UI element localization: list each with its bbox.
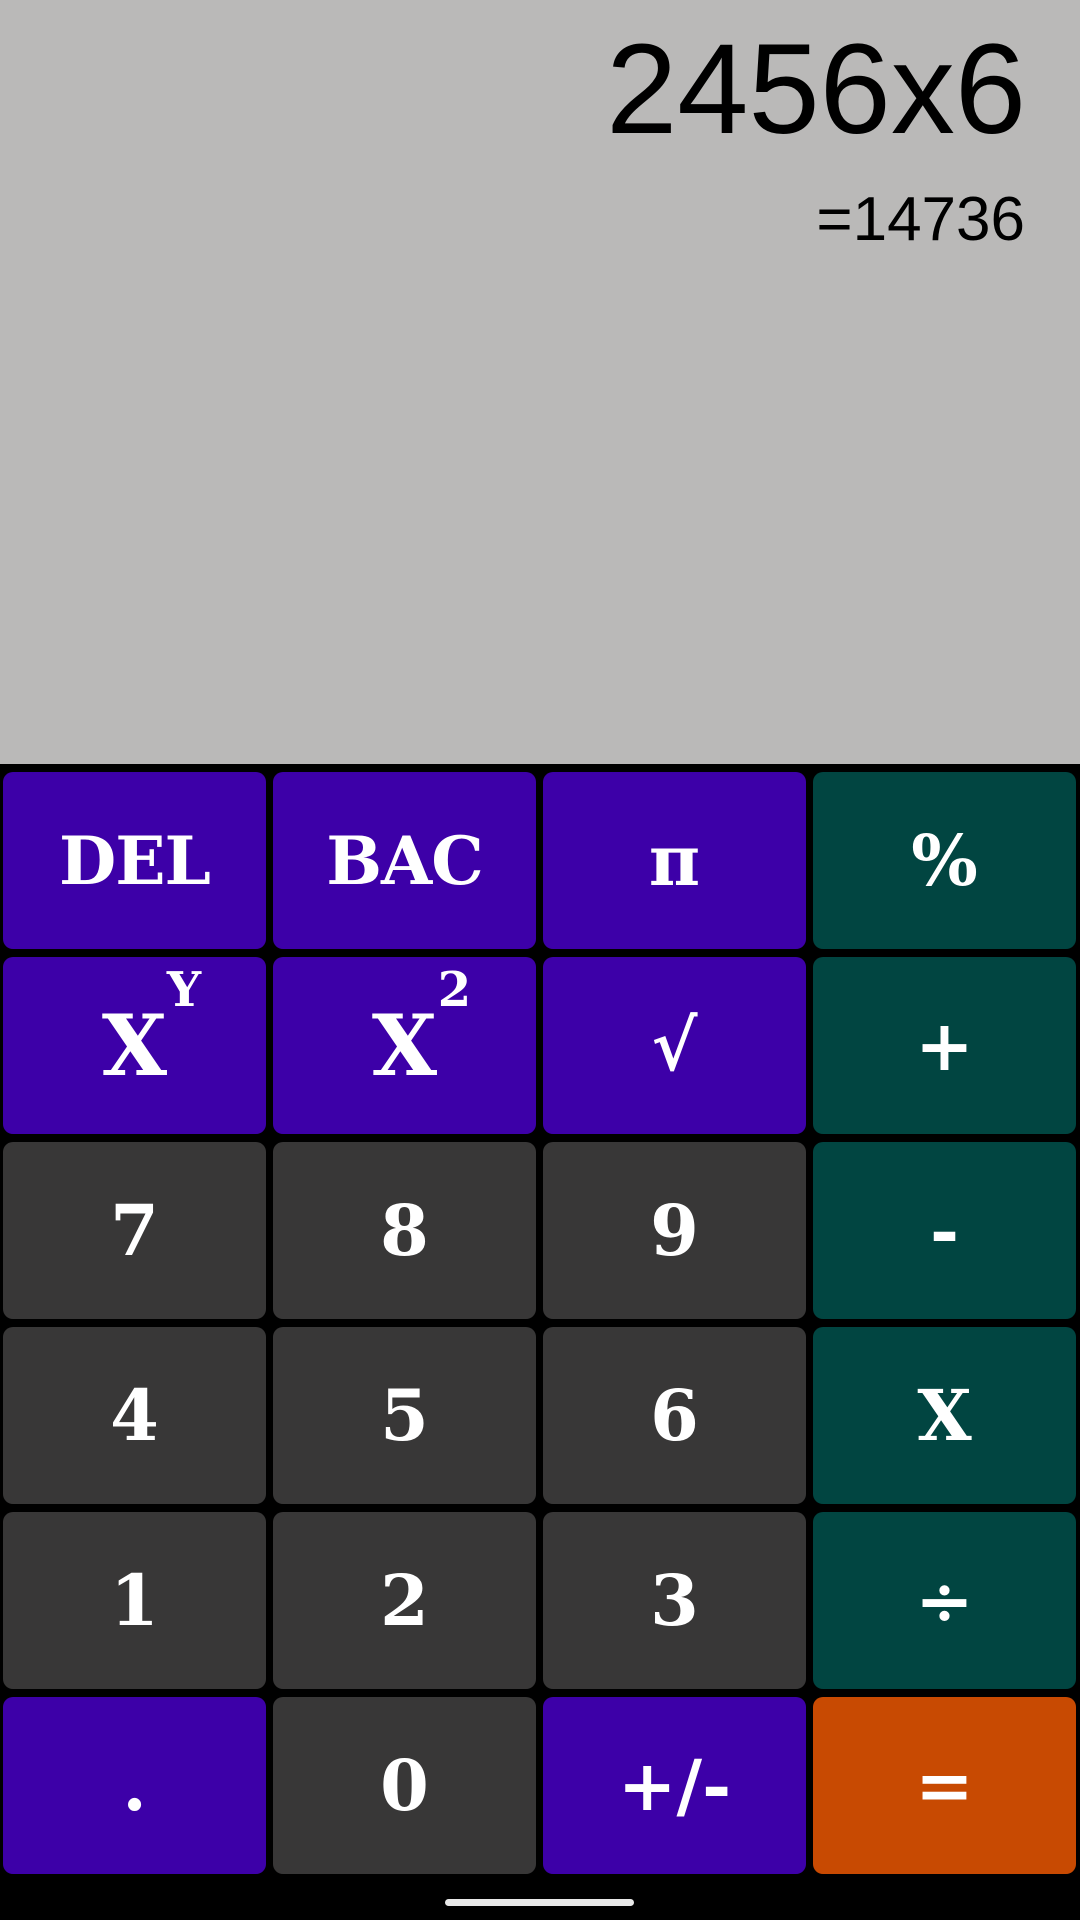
minus-button[interactable]: -: [813, 1142, 1076, 1319]
clear-all-button[interactable]: BAC: [273, 772, 536, 949]
digit-0-button[interactable]: 0: [273, 1697, 536, 1874]
delete-button[interactable]: DEL: [3, 772, 266, 949]
decimal-point-button[interactable]: .: [3, 1697, 266, 1874]
square-base-label: X: [371, 996, 438, 1095]
digit-8-button[interactable]: 8: [273, 1142, 536, 1319]
square-base: X2: [371, 966, 471, 1095]
plus-button[interactable]: +: [813, 957, 1076, 1134]
square-exponent-label: 2: [437, 962, 472, 1018]
digit-2-button[interactable]: 2: [273, 1512, 536, 1689]
power-exponent-label: Y: [166, 962, 202, 1018]
home-indicator[interactable]: [445, 1899, 634, 1906]
power-base-label: X: [101, 996, 168, 1095]
multiply-button[interactable]: X: [813, 1327, 1076, 1504]
digit-7-button[interactable]: 7: [3, 1142, 266, 1319]
power-button[interactable]: XY: [3, 957, 266, 1134]
keypad: DEL BAC π % XY X2 √ + 7 8 9 - 4 5 6 X 1 …: [0, 768, 1080, 1876]
digit-6-button[interactable]: 6: [543, 1327, 806, 1504]
digit-9-button[interactable]: 9: [543, 1142, 806, 1319]
power-base: XY: [101, 966, 201, 1095]
digit-4-button[interactable]: 4: [3, 1327, 266, 1504]
expression-text: 2456x6: [606, 18, 1026, 161]
pi-button[interactable]: π: [543, 772, 806, 949]
plus-minus-button[interactable]: +/-: [543, 1697, 806, 1874]
digit-5-button[interactable]: 5: [273, 1327, 536, 1504]
percent-button[interactable]: %: [813, 772, 1076, 949]
calculator-display: 2456x6 =14736: [0, 0, 1080, 764]
digit-3-button[interactable]: 3: [543, 1512, 806, 1689]
result-text: =14736: [816, 185, 1025, 254]
divide-button[interactable]: ÷: [813, 1512, 1076, 1689]
square-root-button[interactable]: √: [543, 957, 806, 1134]
equals-button[interactable]: =: [813, 1697, 1076, 1874]
square-button[interactable]: X2: [273, 957, 536, 1134]
digit-1-button[interactable]: 1: [3, 1512, 266, 1689]
